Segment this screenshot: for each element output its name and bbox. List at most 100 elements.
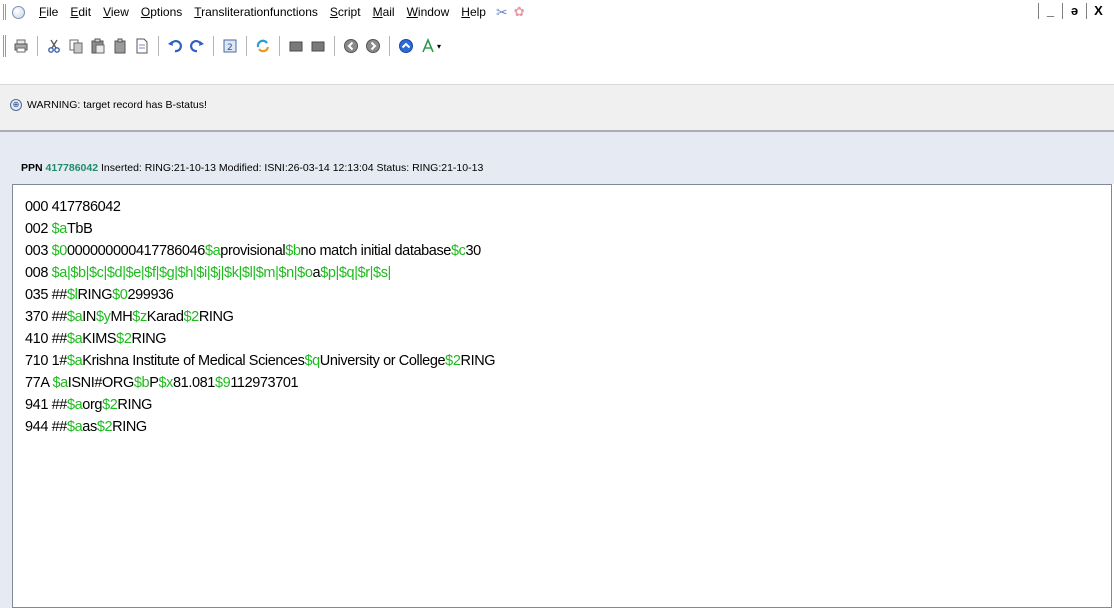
menu-edit[interactable]: Edit (64, 2, 97, 22)
toolbar-separator (279, 36, 280, 56)
field-text: University or College (319, 353, 446, 369)
record-line[interactable]: 370 ##$aIN$yMH$zKarad$2RING (25, 308, 234, 326)
translit-icon[interactable] (419, 37, 437, 55)
subfield-code: $l (66, 287, 78, 303)
app-icon[interactable] (12, 5, 25, 19)
cut-icon[interactable] (45, 37, 63, 55)
refresh-icon[interactable] (254, 37, 272, 55)
subfield-code: $c (450, 243, 466, 259)
subfield-code: $9 (214, 375, 231, 391)
record-line[interactable]: 944 ##$aas$2RING (25, 418, 147, 436)
subfield-code: $b (285, 243, 301, 259)
menu-view[interactable]: View (97, 2, 135, 22)
chevron-down-icon[interactable]: ▾ (437, 42, 441, 51)
field-text: RING (460, 353, 496, 369)
field-text: 410 ## (25, 331, 67, 347)
redo-icon[interactable] (188, 37, 206, 55)
stop-icon[interactable] (309, 37, 327, 55)
toolbar: 2 ▾ (0, 31, 1114, 61)
warning-message: ⊕ WARNING: target record has B-status! (10, 99, 207, 111)
paste-icon[interactable] (89, 37, 107, 55)
record-line[interactable]: 410 ##$aKIMS$2RING (25, 330, 167, 348)
toolbar-separator (213, 36, 214, 56)
forward-icon[interactable] (364, 37, 382, 55)
document-icon[interactable] (133, 37, 151, 55)
record-line[interactable]: 710 1#$aKrishna Institute of Medical Sci… (25, 352, 496, 370)
subfield-code: $2 (116, 331, 132, 347)
svg-text:2: 2 (227, 43, 233, 53)
print-icon[interactable] (12, 37, 30, 55)
flower-icon[interactable]: ✿ (514, 4, 525, 20)
subfield-code: $a (66, 397, 83, 413)
field-text: RING (117, 397, 153, 413)
message-panel: ⊕ WARNING: target record has B-status! (0, 84, 1114, 132)
field-text: 30 (465, 243, 481, 259)
menu-script[interactable]: Script (324, 2, 367, 22)
field-text: 710 1# (25, 353, 67, 369)
field-text: 035 ## (25, 287, 67, 303)
subfield-code: $2 (445, 353, 461, 369)
record-line[interactable]: 035 ##$lRING$0299936 (25, 286, 174, 304)
subfield-code: $0 (112, 287, 128, 303)
menu-file[interactable]: File (33, 2, 64, 22)
menu-window[interactable]: Window (401, 2, 456, 22)
subfield-code: $a|$b|$c|$d|$e|$f|$g|$h|$i|$j|$k|$l|$m|$… (51, 265, 313, 281)
clipboard-icon[interactable] (111, 37, 129, 55)
field-text: as (82, 419, 97, 435)
field-text: 77A (25, 375, 53, 391)
field-text: no match initial database (300, 243, 452, 259)
field-text: 000 417786042 (25, 199, 121, 215)
menu-transliterationfunctions[interactable]: Transliterationfunctions (188, 2, 324, 22)
close-button[interactable]: X (1086, 3, 1110, 19)
field-text: Karad (146, 309, 184, 325)
record-line[interactable]: 003 $0000000000417786046$aprovisional$bn… (25, 242, 481, 260)
toolbar-grip[interactable] (3, 35, 6, 57)
ppn-value[interactable]: 417786042 (46, 162, 99, 174)
field-text: 944 ## (25, 419, 67, 435)
menu-options[interactable]: Options (135, 2, 188, 22)
record-line[interactable]: 77A $aISNI#ORG$bP$x81.081$9112973701 (25, 374, 299, 392)
back-icon[interactable] (342, 37, 360, 55)
subfield-code: $2 (102, 397, 118, 413)
subfield-code: $2 (183, 309, 200, 325)
field-text: 370 ## (25, 309, 67, 325)
subfield-code: $a (66, 353, 83, 369)
field-text: 81.081 (173, 375, 215, 391)
subfield-code: $y (96, 309, 111, 325)
scissors-icon[interactable]: ✂ (496, 4, 508, 21)
record-line[interactable]: 002 $aTbB (25, 220, 93, 238)
menubar-grip[interactable] (3, 4, 6, 20)
undo-icon[interactable] (166, 37, 184, 55)
minimize-button[interactable]: _ (1038, 3, 1062, 19)
field-text: 941 ## (25, 397, 67, 413)
field-text: 112973701 (230, 375, 299, 391)
field-text: 003 (25, 243, 52, 259)
subfield-code: $q (304, 353, 320, 369)
subfield-code: $2 (96, 419, 113, 435)
record-line[interactable]: 941 ##$aorg$2RING (25, 396, 152, 414)
subfield-code: $z (132, 309, 147, 325)
record-header: PPN 417786042 Inserted: RING:21-10-13 Mo… (0, 132, 1114, 184)
field-text: IN (82, 309, 96, 325)
editor-gutter (0, 184, 12, 608)
copy-icon[interactable] (67, 37, 85, 55)
field-text: RING (198, 309, 234, 325)
menu-help[interactable]: Help (455, 2, 492, 22)
window-controls: _ ə X (1038, 3, 1110, 19)
stop-icon[interactable] (287, 37, 305, 55)
restore-button[interactable]: ə (1062, 3, 1086, 19)
up-icon[interactable] (397, 37, 415, 55)
record-line[interactable]: 000 417786042 (25, 198, 121, 216)
ppn-line: PPN 417786042 Inserted: RING:21-10-13 Mo… (21, 162, 483, 174)
subfield-code: $a (51, 221, 68, 237)
save-record-icon[interactable]: 2 (221, 37, 239, 55)
record-line[interactable]: 008 $a|$b|$c|$d|$e|$f|$g|$h|$i|$j|$k|$l|… (25, 264, 391, 282)
field-text: provisional (220, 243, 286, 259)
subfield-code: $b (133, 375, 150, 391)
subfield-code: $a (66, 309, 83, 325)
record-editor[interactable]: 000 417786042 002 $aTbB 003 $0000000000417… (12, 184, 1112, 608)
toolbar-separator (246, 36, 247, 56)
field-text: 299936 (127, 287, 174, 303)
subfield-code: $a (66, 331, 83, 347)
menu-mail[interactable]: Mail (367, 2, 401, 22)
